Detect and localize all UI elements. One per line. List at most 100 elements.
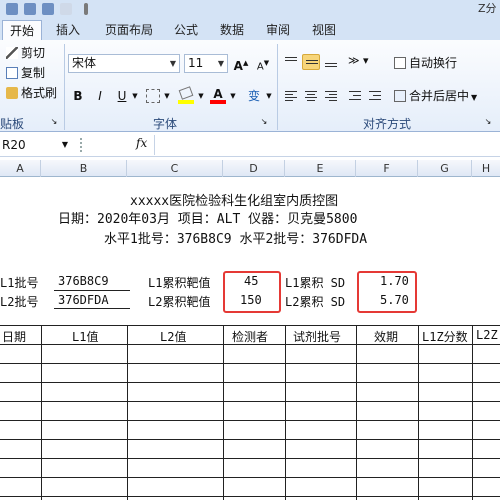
chevron-down-icon[interactable]: ▼ bbox=[196, 88, 206, 104]
column-header-g[interactable]: G bbox=[418, 160, 472, 177]
chevron-down-icon[interactable]: ▼ bbox=[228, 88, 238, 104]
underline-button[interactable]: U bbox=[114, 88, 130, 104]
title-bar: Z分 bbox=[0, 0, 500, 20]
align-bottom-button[interactable] bbox=[322, 54, 340, 70]
grid-line bbox=[0, 325, 500, 326]
chevron-down-icon[interactable]: ▼ bbox=[130, 88, 140, 104]
shrink-font-button[interactable]: A▼ bbox=[254, 55, 272, 72]
borders-icon[interactable] bbox=[146, 89, 160, 103]
align-right-button[interactable] bbox=[322, 88, 340, 104]
font-name-combo[interactable]: 宋体 ▼ bbox=[68, 54, 180, 73]
grid-line bbox=[0, 477, 500, 478]
grid-line bbox=[285, 325, 286, 500]
l1-mean-label: L1累积靶值 bbox=[148, 276, 211, 290]
tab-home[interactable]: 开始 bbox=[2, 20, 42, 40]
grid-line bbox=[472, 325, 473, 500]
alignment-group-label: 对齐方式 bbox=[362, 117, 411, 131]
quick-access-dropdown-icon[interactable] bbox=[60, 3, 72, 15]
tab-formulas[interactable]: 公式 bbox=[166, 20, 206, 40]
format-painter-button[interactable]: 格式刷 bbox=[6, 84, 57, 102]
align-center-button[interactable] bbox=[302, 88, 320, 104]
chevron-down-icon: ▼ bbox=[217, 59, 225, 68]
info-line-lots: 水平1批号：376B8C9 水平2批号：376DFDA bbox=[104, 232, 368, 247]
chevron-down-icon: ▼ bbox=[169, 59, 177, 68]
font-size-combo[interactable]: 11 ▼ bbox=[184, 54, 228, 73]
chevron-down-icon: ▼ bbox=[61, 140, 68, 149]
decrease-indent-button[interactable] bbox=[346, 88, 364, 104]
redo-icon[interactable] bbox=[42, 3, 54, 15]
column-header-d[interactable]: D bbox=[223, 160, 285, 177]
grid-line bbox=[0, 496, 500, 497]
grid-line bbox=[0, 344, 500, 345]
fill-color-swatch bbox=[178, 100, 194, 104]
column-header-f[interactable]: F bbox=[356, 160, 418, 177]
grid-line bbox=[41, 325, 42, 500]
font-color-button[interactable]: A bbox=[210, 86, 226, 104]
cut-button[interactable]: 剪切 bbox=[6, 44, 45, 62]
l1-lot-value[interactable]: 376B8C9 bbox=[58, 274, 109, 288]
italic-button[interactable]: I bbox=[92, 88, 108, 104]
alignment-launcher-icon[interactable]: ↘ bbox=[482, 116, 494, 128]
ribbon: 剪切 复制 格式刷 贴板 ↘ 宋体 ▼ 11 ▼ A▲ A▼ B I U ▼ ▼ ▼… bbox=[0, 40, 500, 132]
column-header-e[interactable]: E bbox=[285, 160, 356, 177]
grid-line bbox=[127, 325, 128, 500]
merge-center-button[interactable]: 合并后居中 ▼ bbox=[394, 87, 477, 105]
column-header-h[interactable]: H bbox=[472, 160, 500, 177]
bold-button[interactable]: B bbox=[70, 88, 86, 104]
formula-input[interactable] bbox=[154, 135, 500, 155]
orientation-button[interactable]: ≫ ▾ bbox=[346, 54, 376, 70]
grid-line bbox=[223, 325, 224, 500]
grid-line bbox=[0, 420, 500, 421]
column-header-b[interactable]: B bbox=[41, 160, 127, 177]
copy-icon bbox=[6, 67, 18, 79]
tab-page-layout[interactable]: 页面布局 bbox=[96, 20, 162, 40]
font-color-icon: A bbox=[213, 87, 223, 101]
align-left-button[interactable] bbox=[282, 88, 300, 104]
align-middle-button[interactable] bbox=[302, 54, 320, 70]
align-top-button[interactable] bbox=[282, 54, 300, 70]
fill-color-button[interactable] bbox=[178, 86, 194, 104]
wrap-text-button[interactable]: 自动换行 bbox=[394, 54, 457, 72]
header-reagent-lot: 试剂批号 bbox=[293, 330, 342, 344]
worksheet-grid[interactable]: xxxxx医院检验科生化组室内质控图 日期：2020年03月 项目：ALT 仪器… bbox=[0, 178, 500, 500]
copy-button[interactable]: 复制 bbox=[6, 64, 45, 82]
save-icon[interactable] bbox=[6, 3, 18, 15]
window-fragment-icon bbox=[84, 3, 88, 15]
chevron-down-icon[interactable]: ▼ bbox=[162, 88, 172, 104]
splitter-handle[interactable] bbox=[80, 138, 84, 152]
separator bbox=[64, 44, 65, 130]
grow-font-button[interactable]: A▲ bbox=[232, 55, 250, 73]
formula-bar: R20 ▼ fx bbox=[0, 133, 500, 157]
l2-lot-value[interactable]: 376DFDA bbox=[58, 293, 109, 307]
tab-insert[interactable]: 插入 bbox=[48, 20, 88, 40]
column-header-c[interactable]: C bbox=[127, 160, 223, 177]
l2-lot-label: L2批号 bbox=[0, 295, 39, 309]
clipboard-launcher-icon[interactable]: ↘ bbox=[48, 116, 60, 128]
tab-view[interactable]: 视图 bbox=[304, 20, 344, 40]
header-l2-value: L2值 bbox=[160, 330, 187, 344]
column-header-a[interactable]: A bbox=[0, 160, 41, 177]
font-color-swatch bbox=[210, 100, 226, 104]
grid-line bbox=[356, 325, 357, 500]
sheet-title: xxxxx医院检验科生化组室内质控图 bbox=[130, 194, 339, 209]
phonetic-button[interactable]: 变 bbox=[244, 88, 264, 104]
grid-line bbox=[418, 325, 419, 500]
undo-icon[interactable] bbox=[24, 3, 36, 15]
l1-sd-label: L1累积 SD bbox=[285, 276, 346, 290]
l2-mean-label: L2累积靶值 bbox=[148, 295, 211, 309]
chevron-down-icon[interactable]: ▼ bbox=[264, 88, 274, 104]
paint-bucket-icon bbox=[178, 86, 194, 100]
merge-cells-icon bbox=[394, 90, 406, 102]
tab-review[interactable]: 审阅 bbox=[258, 20, 298, 40]
insert-function-button[interactable]: fx bbox=[136, 136, 147, 150]
increase-indent-button[interactable] bbox=[366, 88, 384, 104]
window-title: Z分 bbox=[478, 2, 497, 15]
grid-line bbox=[0, 458, 500, 459]
name-box[interactable]: R20 ▼ bbox=[0, 136, 72, 154]
tab-data[interactable]: 数据 bbox=[212, 20, 252, 40]
grid-line bbox=[0, 382, 500, 383]
wrap-text-icon bbox=[394, 57, 406, 69]
ribbon-tabs: 开始 插入 页面布局 公式 数据 审阅 视图 bbox=[0, 20, 500, 40]
font-launcher-icon[interactable]: ↘ bbox=[258, 116, 270, 128]
scissors-icon bbox=[6, 47, 18, 59]
